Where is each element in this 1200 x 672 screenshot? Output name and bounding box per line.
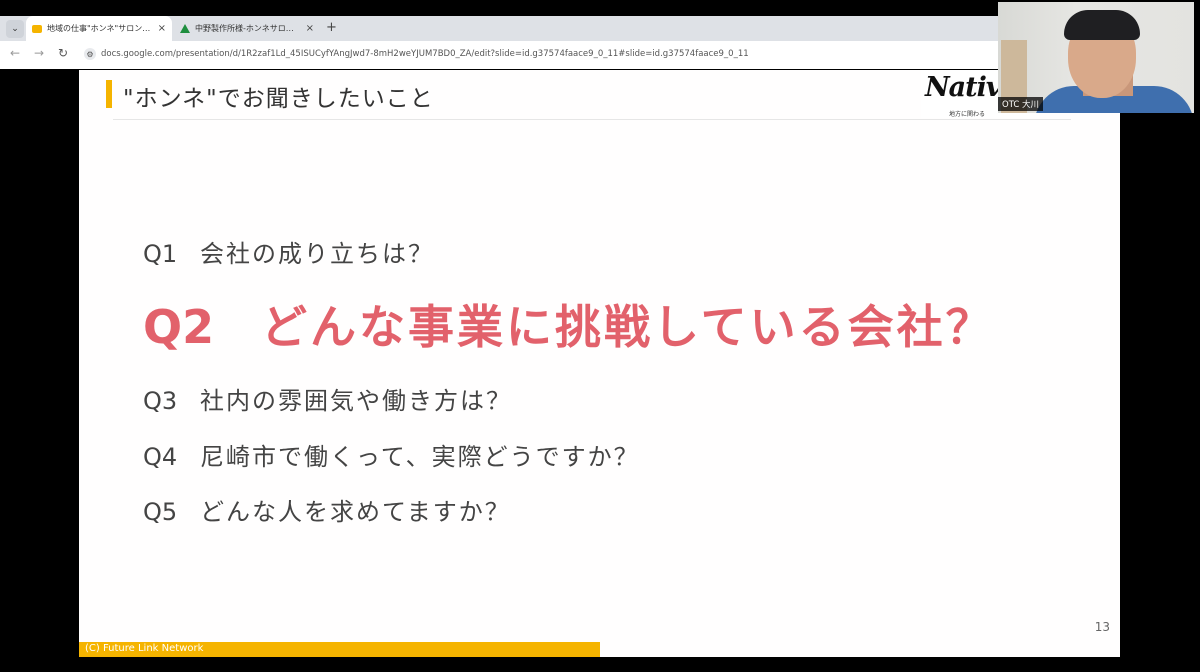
question-number: Q2: [143, 300, 215, 354]
question-5: Q5 どんな人を求めてますか？: [143, 492, 511, 527]
copyright-text: (C) Future Link Network: [85, 643, 204, 654]
question-2-highlight: Q2 どんな事業に挑戦している会社？: [143, 291, 995, 357]
slide-page-number: 13: [1094, 620, 1110, 634]
site-info-icon[interactable]: ⚙: [84, 48, 96, 60]
close-icon[interactable]: ×: [158, 23, 166, 34]
question-text: 尼崎市で働くって、実際どうですか？: [200, 443, 640, 471]
title-accent-bar: [106, 80, 112, 108]
reload-icon[interactable]: ↻: [58, 46, 68, 60]
tab-title: 中野製作所様-ホンネサロン尼崎: [195, 24, 301, 33]
address-bar[interactable]: docs.google.com/presentation/d/1R2zaf1Ld…: [101, 49, 749, 59]
forward-icon[interactable]: →: [34, 46, 44, 60]
question-number: Q3: [143, 387, 178, 415]
slides-icon: [32, 24, 42, 33]
slide-title: "ホンネ"でお聞きしたいこと: [123, 86, 434, 112]
question-text: 社内の雰囲気や働き方は？: [200, 387, 512, 415]
question-number: Q1: [143, 240, 178, 268]
title-divider: [113, 119, 1071, 120]
logo-text: Nativ: [925, 72, 1002, 103]
tab-search-dropdown[interactable]: ⌄: [6, 20, 24, 38]
tab-strip: ⌄ 地域の仕事"ホンネ"サロン～尼崎 × 中野製作所様-ホンネサロン尼崎 × +: [0, 16, 1000, 41]
question-4: Q4 尼崎市で働くって、実際どうですか？: [143, 437, 640, 472]
footer-bar: (C) Future Link Network: [79, 642, 600, 657]
question-text: どんな事業に挑戦している会社？: [261, 300, 995, 354]
tab-inactive[interactable]: 中野製作所様-ホンネサロン尼崎 ×: [174, 16, 320, 41]
participant-name-label: OTC 大川: [998, 97, 1044, 111]
webcam-video: OTC 大川: [998, 2, 1194, 113]
chevron-down-icon: ⌄: [11, 24, 19, 34]
question-3: Q3 社内の雰囲気や働き方は？: [143, 381, 512, 416]
close-icon[interactable]: ×: [306, 23, 314, 34]
logo-subtext: 地方に関わる: [949, 111, 986, 118]
browser-toolbar: ← → ↻ ⚙ docs.google.com/presentation/d/1…: [0, 41, 1000, 69]
back-icon[interactable]: ←: [10, 46, 20, 60]
speaker-hair: [1064, 10, 1140, 40]
tab-title: 地域の仕事"ホンネ"サロン～尼崎: [47, 24, 153, 33]
question-1: Q1 会社の成り立ちは？: [143, 234, 434, 269]
question-text: どんな人を求めてますか？: [200, 498, 511, 526]
question-number: Q4: [143, 443, 178, 471]
new-tab-button[interactable]: +: [326, 20, 337, 35]
presentation-slide: "ホンネ"でお聞きしたいこと Nativ 地方に関わる Q1 会社の成り立ちは？ …: [79, 70, 1120, 657]
drive-icon: [180, 24, 190, 33]
question-text: 会社の成り立ちは？: [200, 240, 434, 268]
tab-active[interactable]: 地域の仕事"ホンネ"サロン～尼崎 ×: [26, 16, 172, 41]
question-number: Q5: [143, 498, 178, 526]
